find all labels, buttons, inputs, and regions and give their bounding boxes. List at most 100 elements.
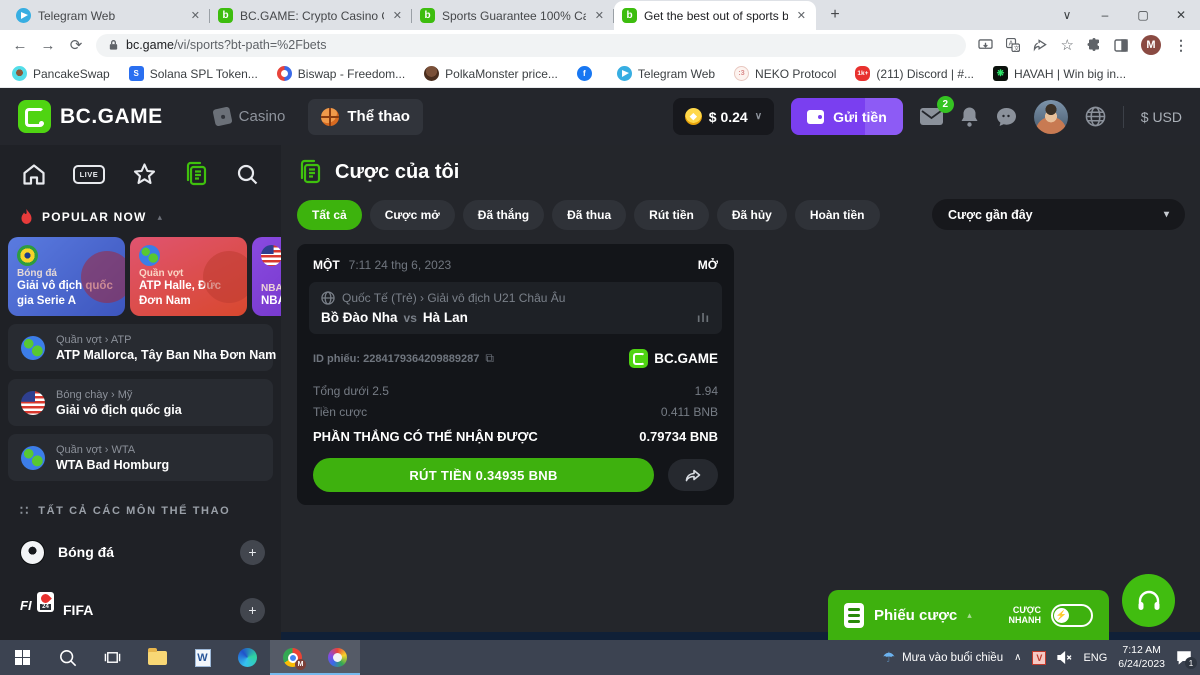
new-tab-button[interactable]: + bbox=[822, 2, 848, 28]
share-icon[interactable] bbox=[1033, 39, 1048, 52]
support-button[interactable] bbox=[1122, 574, 1175, 627]
sidebar-sport-fifa[interactable]: FI24 FIFA + bbox=[0, 585, 281, 635]
paint-button[interactable] bbox=[315, 640, 360, 675]
forward-icon[interactable]: → bbox=[36, 37, 60, 54]
bookmark-solana[interactable]: SSolana SPL Token... bbox=[129, 66, 258, 81]
copy-icon[interactable]: ⧉ bbox=[485, 351, 494, 366]
wallet-icon bbox=[807, 110, 824, 124]
clock[interactable]: 7:12 AM6/24/2023 bbox=[1118, 644, 1165, 670]
filter-won[interactable]: Đã thắng bbox=[463, 200, 544, 230]
translate-icon[interactable]: A文 bbox=[1006, 38, 1020, 52]
task-view-button[interactable] bbox=[90, 640, 135, 675]
mail-button[interactable]: 2 bbox=[920, 108, 943, 125]
tab-sports-guarantee[interactable]: b Sports Guarantee 100% Cashback ✕ bbox=[412, 1, 614, 30]
taskbar-search-button[interactable] bbox=[45, 640, 90, 675]
user-avatar[interactable] bbox=[1034, 100, 1068, 134]
home-icon[interactable] bbox=[22, 163, 46, 186]
bookmark-facebook[interactable]: f bbox=[577, 66, 598, 81]
betslip-bar[interactable]: Phiếu cược ▴ CƯỢCNHANH ⚡ bbox=[828, 590, 1109, 640]
extensions-icon[interactable] bbox=[1087, 38, 1101, 52]
sidebar-item-wta-bad-homburg[interactable]: Quần vợt › WTAWTA Bad Homburg bbox=[8, 434, 273, 481]
tray-chevron-icon[interactable]: ∧ bbox=[1014, 652, 1021, 663]
reload-icon[interactable]: ⟳ bbox=[64, 36, 88, 54]
tab-close-icon[interactable]: ✕ bbox=[189, 7, 202, 24]
tab-close-icon[interactable]: ✕ bbox=[795, 7, 808, 24]
tab-telegram-web[interactable]: Telegram Web ✕ bbox=[8, 1, 210, 30]
tray-app-icon[interactable]: V bbox=[1032, 651, 1046, 665]
weather-widget[interactable]: ☂ Mưa vào buổi chiều bbox=[883, 649, 1004, 666]
bookmark-biswap[interactable]: Biswap - Freedom... bbox=[277, 66, 405, 81]
cashout-button[interactable]: RÚT TIỀN 0.34935 BNB bbox=[313, 458, 654, 492]
biswap-icon bbox=[277, 66, 292, 81]
filter-lost[interactable]: Đã thua bbox=[552, 200, 626, 230]
search-icon[interactable] bbox=[236, 163, 259, 186]
bookmark-havah[interactable]: ❋HAVAH | Win big in... bbox=[993, 66, 1126, 81]
bookmark-star-icon[interactable]: ☆ bbox=[1061, 36, 1074, 54]
quick-bet-toggle[interactable]: ⚡ bbox=[1051, 604, 1093, 627]
bookmark-telegram[interactable]: Telegram Web bbox=[617, 66, 715, 81]
word-button[interactable]: W bbox=[180, 640, 225, 675]
address-bar[interactable]: bc.game/vi/sports?bt-path=%2Fbets bbox=[96, 34, 966, 57]
filter-all[interactable]: Tất cả bbox=[297, 200, 362, 230]
bookmark-polkamonster[interactable]: PolkaMonster price... bbox=[424, 66, 558, 81]
expand-football-button[interactable]: + bbox=[240, 540, 265, 565]
chrome-button[interactable]: M bbox=[270, 640, 315, 675]
tab-close-icon[interactable]: ✕ bbox=[593, 7, 606, 24]
maximize-icon[interactable]: ▢ bbox=[1124, 0, 1162, 30]
betslip-caret-icon: ▴ bbox=[967, 610, 972, 621]
chat-button[interactable] bbox=[996, 107, 1017, 127]
close-window-icon[interactable]: ✕ bbox=[1162, 0, 1200, 30]
popular-card-nba[interactable]: NBA 2 NBA bbox=[252, 237, 281, 316]
notification-center-button[interactable]: 1 bbox=[1176, 650, 1192, 665]
headset-icon bbox=[1136, 589, 1162, 613]
bookmark-neko[interactable]: :3NEKO Protocol bbox=[734, 66, 836, 81]
deposit-button[interactable]: Gửi tiền bbox=[791, 98, 903, 135]
bcgame-logo[interactable]: BC.GAME bbox=[18, 100, 163, 133]
nav-sports[interactable]: Thể thao bbox=[308, 99, 423, 135]
back-icon[interactable]: ← bbox=[8, 37, 32, 54]
volume-muted-icon[interactable] bbox=[1057, 651, 1072, 664]
language-indicator[interactable]: ENG bbox=[1083, 652, 1107, 664]
filter-refund[interactable]: Hoàn tiền bbox=[795, 200, 880, 230]
sidebar-item-baseball-us[interactable]: Bóng chày › MỹGiải vô địch quốc gia bbox=[8, 379, 273, 426]
menu-icon[interactable]: ⋮ bbox=[1174, 37, 1188, 54]
stats-icon[interactable]: ılı bbox=[697, 311, 710, 325]
sidebar-sport-football[interactable]: Bóng đá + bbox=[0, 527, 281, 577]
side-panel-icon[interactable] bbox=[1114, 39, 1128, 52]
sort-dropdown[interactable]: Cược gần đây ▾ bbox=[932, 199, 1185, 230]
tab-close-icon[interactable]: ✕ bbox=[391, 7, 404, 24]
filter-cancelled[interactable]: Đã hủy bbox=[717, 200, 787, 230]
balance-amount: $ 0.24 bbox=[709, 109, 748, 125]
wallet-balance[interactable]: ◆ $ 0.24 ∨ bbox=[673, 98, 774, 135]
edge-button[interactable] bbox=[225, 640, 270, 675]
nav-casino[interactable]: Casino bbox=[201, 99, 299, 134]
live-icon[interactable]: LIVE bbox=[73, 165, 106, 184]
popular-card-atp-halle[interactable]: Quần vợt ATP Halle, Đức Đơn Nam bbox=[130, 237, 247, 316]
popular-card-serie-a[interactable]: Bóng đá Giải vô địch quốc gia Serie A bbox=[8, 237, 125, 316]
tab-search-icon[interactable]: ∨ bbox=[1048, 0, 1086, 30]
task-view-icon bbox=[104, 649, 121, 666]
sidebar-item-atp-mallorca[interactable]: Quần vợt › ATPATP Mallorca, Tây Ban Nha … bbox=[8, 324, 273, 371]
filter-cashout[interactable]: Rút tiền bbox=[634, 200, 709, 230]
install-icon[interactable] bbox=[978, 39, 993, 52]
match-box[interactable]: Quốc Tế (Trẻ) › Giải vô địch U21 Châu Âu… bbox=[309, 282, 722, 334]
team-home: Bồ Đào Nha bbox=[321, 310, 398, 325]
expand-fifa-button[interactable]: + bbox=[240, 598, 265, 623]
start-button[interactable] bbox=[0, 640, 45, 675]
filter-open[interactable]: Cược mở bbox=[370, 200, 455, 230]
language-button[interactable] bbox=[1085, 106, 1106, 127]
solana-icon: S bbox=[129, 66, 144, 81]
share-bet-button[interactable] bbox=[668, 459, 718, 491]
bookmark-discord[interactable]: 1k+(211) Discord | #... bbox=[855, 66, 974, 81]
tab-bcgame-casino[interactable]: b BC.GAME: Crypto Casino Games ✕ bbox=[210, 1, 412, 30]
notifications-button[interactable] bbox=[960, 106, 979, 127]
profile-avatar-badge[interactable]: M bbox=[1141, 35, 1161, 55]
favorites-star-icon[interactable] bbox=[132, 162, 157, 186]
file-explorer-button[interactable] bbox=[135, 640, 180, 675]
tab-sports-betting-active[interactable]: b Get the best out of sports betting ✕ bbox=[614, 1, 816, 30]
my-bets-icon[interactable] bbox=[183, 161, 209, 187]
currency-selector[interactable]: $ USD bbox=[1141, 109, 1182, 125]
bookmark-pancakeswap[interactable]: PancakeSwap bbox=[12, 66, 110, 81]
minimize-icon[interactable]: – bbox=[1086, 0, 1124, 30]
popular-now-header[interactable]: POPULAR NOW ▴ bbox=[0, 187, 281, 225]
